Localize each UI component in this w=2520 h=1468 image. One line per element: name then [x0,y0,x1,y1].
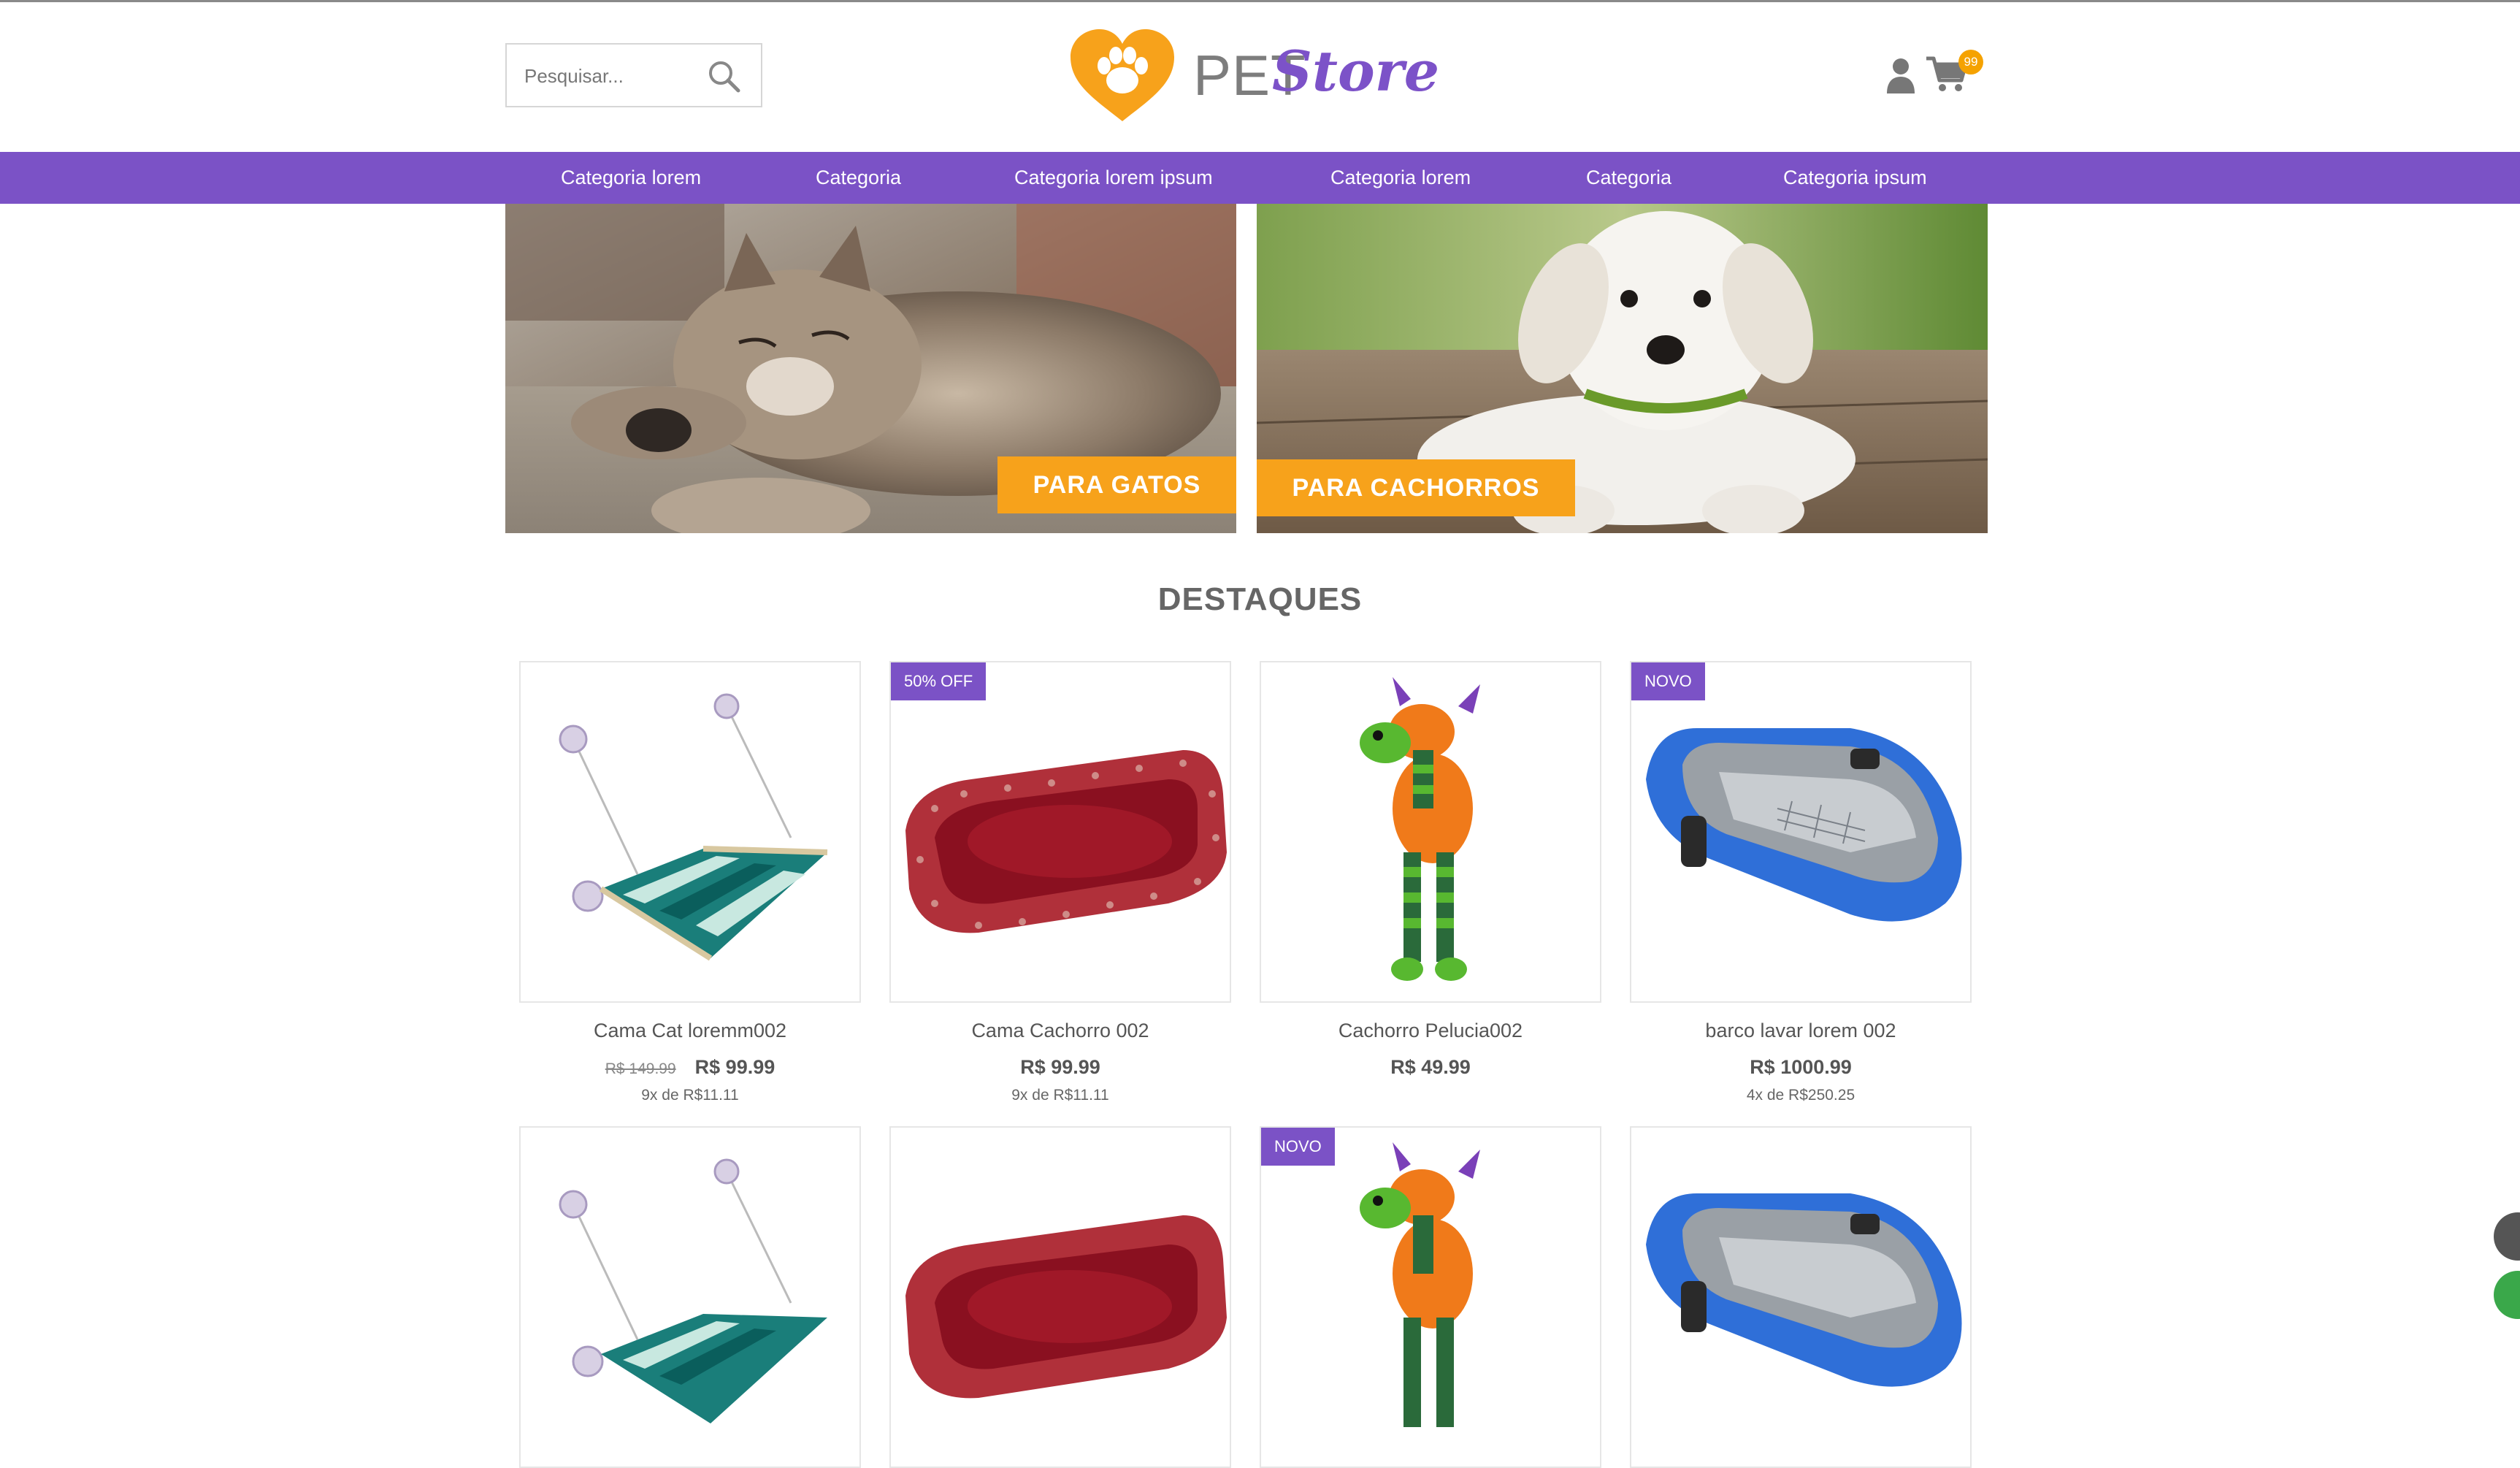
product-installments: 9x de R$11.11 [641,1087,739,1104]
dogs-banner[interactable]: PARA CACHORROS [1257,204,1988,533]
product-price-row: R$ 1000.99 [1630,1056,1972,1079]
dog-bed-product-image [905,1215,1227,1399]
search-icon[interactable] [705,58,743,96]
product-price-row: R$ 149.99 R$ 99.99 [519,1056,861,1079]
nav-item-4[interactable]: Categoria lorem [1330,152,1471,204]
product-old-price: R$ 149.99 [605,1060,676,1077]
floating-chat-button[interactable] [2494,1212,2520,1261]
nav-item-1[interactable]: Categoria lorem [561,152,701,204]
paw-heart-logo-icon [1071,29,1174,121]
litter-box-product-image [1646,728,1962,922]
search-box[interactable] [505,43,762,107]
product-card-3[interactable] [1260,661,1601,1003]
product-tag: NOVO [1631,662,1705,700]
plush-toy-product-image [1360,677,1480,981]
product-tag: 50% OFF [891,662,987,700]
product-price: R$ 99.99 [694,1056,775,1078]
product-price-row: R$ 49.99 [1260,1056,1601,1079]
top-border [0,0,2520,2]
product-price: R$ 1000.99 [1750,1056,1852,1078]
nav-item-3[interactable]: Categoria lorem ipsum [1014,152,1213,204]
product-card-1[interactable] [519,661,861,1003]
cats-banner-button[interactable]: PARA GATOS [997,456,1236,513]
product-price: R$ 99.99 [1020,1056,1100,1078]
cart-count-badge: 99 [1958,50,1983,74]
product-card-6[interactable] [889,1126,1231,1468]
product-card-4[interactable]: NOVO [1630,661,1972,1003]
nav-item-2[interactable]: Categoria [816,152,901,204]
product-card-5[interactable] [519,1126,861,1468]
search-input[interactable] [523,61,708,91]
product-card-2[interactable]: 50% OFF [889,661,1231,1003]
plush-toy-product-image [1360,1142,1480,1427]
product-name[interactable]: Cama Cachorro 002 [889,1020,1231,1042]
litter-box-product-image [1646,1193,1962,1387]
logo-text-store: Store [1272,39,1440,104]
user-icon[interactable] [1885,57,1916,93]
hammock-product-image [559,1158,827,1423]
product-name[interactable]: Cama Cat loremm002 [519,1020,861,1042]
product-name[interactable]: barco lavar lorem 002 [1630,1020,1972,1042]
product-tag: NOVO [1261,1128,1335,1166]
product-price: R$ 49.99 [1390,1056,1471,1078]
product-price-row: R$ 99.99 [889,1056,1231,1079]
nav-item-6[interactable]: Categoria ipsum [1783,152,1927,204]
cats-banner[interactable]: PARA GATOS [505,204,1236,533]
product-card-7[interactable]: NOVO [1260,1126,1601,1468]
dogs-banner-button[interactable]: PARA CACHORROS [1257,459,1575,516]
hammock-product-image [559,693,828,961]
product-installments: 9x de R$11.11 [1011,1087,1109,1104]
site-logo[interactable]: PET Store [1068,28,1439,123]
category-nav: Categoria lorem Categoria Categoria lore… [0,152,2520,204]
product-installments: 4x de R$250.25 [1746,1087,1855,1104]
nav-item-5[interactable]: Categoria [1586,152,1671,204]
section-title: DESTAQUES [1157,581,1363,617]
dog-bed-product-image [905,750,1227,933]
floating-whatsapp-button[interactable] [2494,1271,2520,1319]
product-card-8[interactable] [1630,1126,1972,1468]
product-name[interactable]: Cachorro Pelucia002 [1260,1020,1601,1042]
